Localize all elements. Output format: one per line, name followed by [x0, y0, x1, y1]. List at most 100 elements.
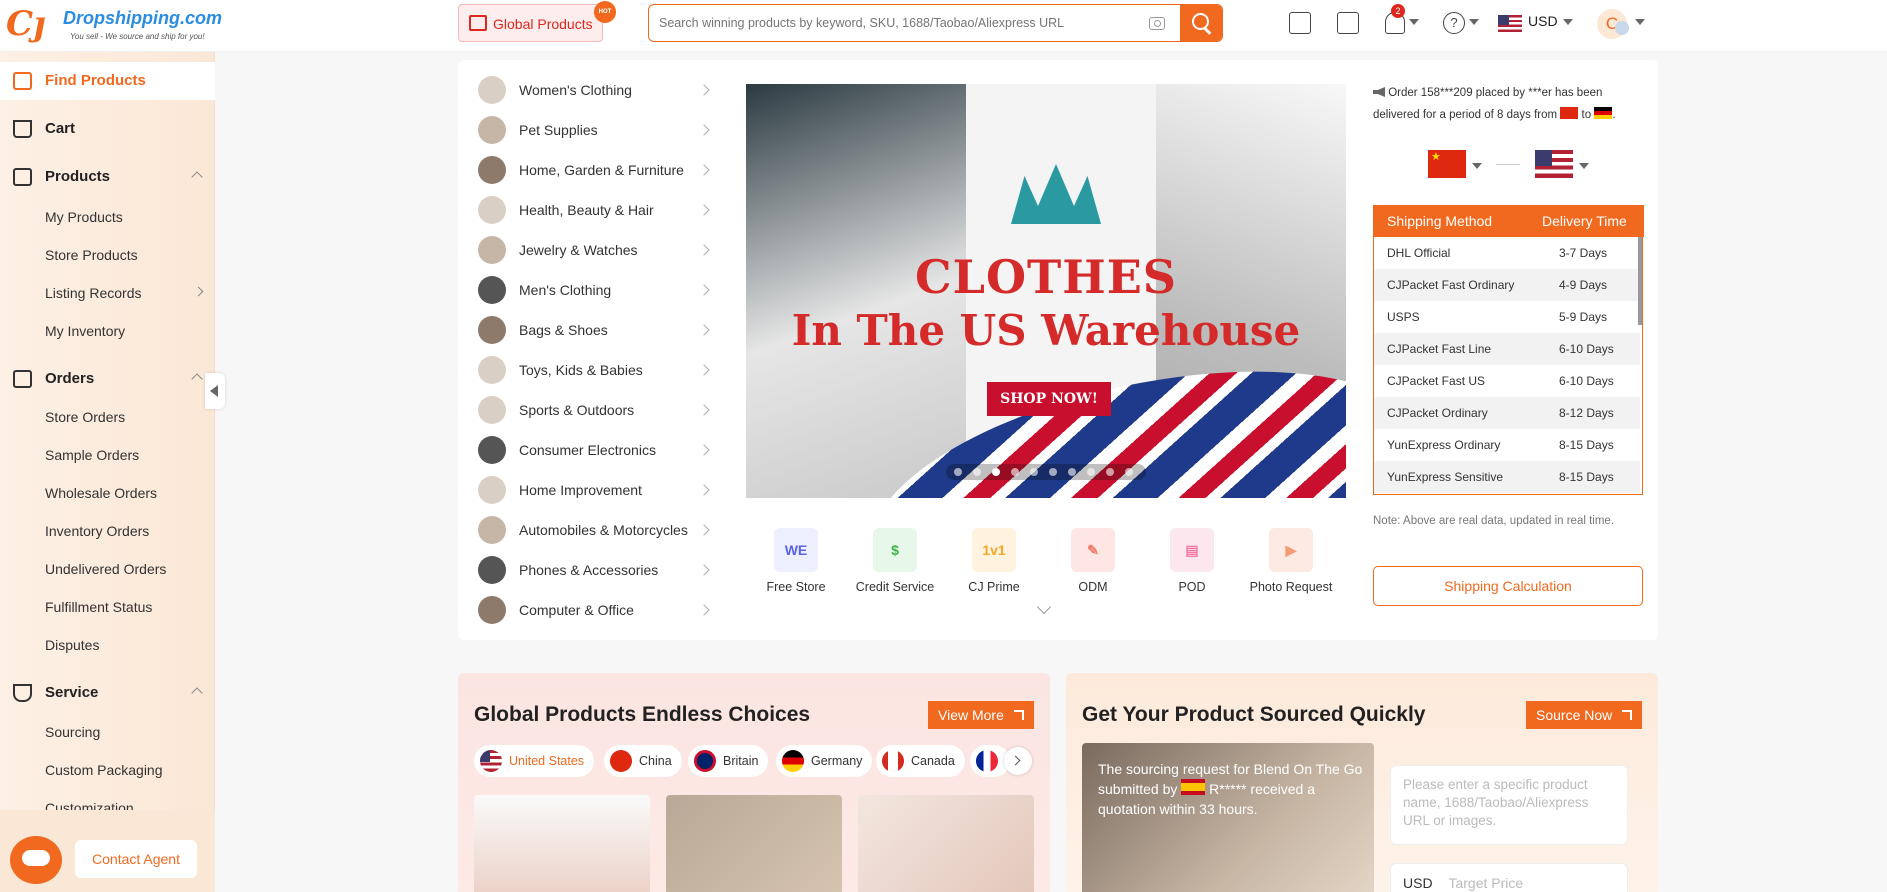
us-flag-icon[interactable]: [1498, 15, 1522, 32]
shop-now-button[interactable]: SHOP NOW!: [987, 382, 1111, 416]
sidebar-item-store-products[interactable]: Store Products: [45, 247, 138, 263]
category-item[interactable]: Home Improvement: [478, 472, 718, 508]
service-odm[interactable]: ✎ ODM: [1050, 528, 1136, 596]
carousel-dot[interactable]: [1106, 468, 1114, 476]
shipping-method-cell: CJPacket Fast US: [1387, 374, 1486, 388]
search-input[interactable]: [649, 5, 1169, 41]
sidebar-item-label: Listing Records: [45, 285, 142, 301]
chevron-right-icon: [698, 604, 710, 616]
category-item[interactable]: Pet Supplies: [478, 112, 718, 148]
carousel-dot[interactable]: [1125, 468, 1133, 476]
hero-banner[interactable]: CLOTHES In The US Warehouse SHOP NOW!: [746, 84, 1346, 498]
chevron-right-icon: [698, 84, 710, 96]
category-item[interactable]: Phones & Accessories: [478, 552, 718, 588]
sidebar-item-wholesale-orders[interactable]: Wholesale Orders: [45, 485, 157, 501]
category-item[interactable]: Sports & Outdoors: [478, 392, 718, 428]
sidebar-item-cart[interactable]: Cart: [0, 110, 215, 148]
search-button[interactable]: [1180, 5, 1222, 41]
service-label: Credit Service: [855, 580, 935, 594]
category-item[interactable]: Health, Beauty & Hair: [478, 192, 718, 228]
carousel-dot[interactable]: [992, 468, 1000, 476]
category-item[interactable]: Jewelry & Watches: [478, 232, 718, 268]
carousel-dot[interactable]: [1030, 468, 1038, 476]
carousel-dot[interactable]: [1068, 468, 1076, 476]
country-tab-us[interactable]: United States: [474, 745, 595, 777]
service-label: ODM: [1078, 580, 1108, 594]
country-tab-germany[interactable]: Germany: [776, 745, 873, 777]
category-item[interactable]: Computer & Office: [478, 592, 718, 628]
source-now-button[interactable]: Source Now: [1526, 701, 1642, 729]
category-item[interactable]: Women's Clothing: [478, 72, 718, 108]
collapse-sidebar-button[interactable]: [205, 373, 225, 409]
sidebar-group-products[interactable]: Products: [0, 158, 215, 196]
sidebar-item-my-inventory[interactable]: My Inventory: [45, 323, 125, 339]
sidebar-item-sample-orders[interactable]: Sample Orders: [45, 447, 139, 463]
service-cj-prime[interactable]: 1v1 CJ Prime: [951, 528, 1037, 596]
service-free-store[interactable]: WE Free Store: [753, 528, 839, 596]
country-tab-canada[interactable]: Canada: [876, 745, 965, 777]
product-image-beauty[interactable]: [858, 795, 1034, 892]
contact-agent-button[interactable]: Contact Agent: [75, 840, 197, 878]
chevron-down-icon: [1563, 19, 1573, 25]
sidebar-item-inventory-orders[interactable]: Inventory Orders: [45, 523, 149, 539]
view-more-button[interactable]: View More: [928, 701, 1034, 729]
task-icon[interactable]: [1337, 12, 1359, 34]
category-item[interactable]: Bags & Shoes: [478, 312, 718, 348]
currency-selector[interactable]: USD: [1528, 13, 1558, 29]
shipping-calculation-button[interactable]: Shipping Calculation: [1373, 566, 1643, 606]
service-photo-request[interactable]: ▶ Photo Request: [1248, 528, 1334, 596]
sidebar-item-custom-packaging[interactable]: Custom Packaging: [45, 762, 163, 778]
category-item[interactable]: Automobiles & Motorcycles: [478, 512, 718, 548]
sidebar-item-undelivered-orders[interactable]: Undelivered Orders: [45, 561, 166, 577]
sidebar-item-sourcing[interactable]: Sourcing: [45, 724, 100, 740]
category-item[interactable]: Toys, Kids & Babies: [478, 352, 718, 388]
avatar[interactable]: C: [1597, 9, 1629, 39]
chevron-right-icon: [698, 324, 710, 336]
search-doc-icon: [13, 72, 32, 90]
sourcing-request-input[interactable]: Please enter a specific product name, 16…: [1390, 765, 1628, 845]
sidebar-item-disputes[interactable]: Disputes: [45, 637, 99, 653]
sidebar-group-service[interactable]: Service: [0, 674, 215, 712]
category-item[interactable]: Home, Garden & Furniture: [478, 152, 718, 188]
video-icon[interactable]: [1289, 12, 1311, 34]
chevron-right-icon: [698, 124, 710, 136]
country-tab-britain[interactable]: Britain: [688, 745, 769, 777]
country-label: Germany: [811, 754, 863, 768]
sidebar-item-fulfillment-status[interactable]: Fulfillment Status: [45, 599, 152, 615]
category-item[interactable]: Men's Clothing: [478, 272, 718, 308]
carousel-dot[interactable]: [973, 468, 981, 476]
chevron-right-icon: [698, 364, 710, 376]
carousel-dot[interactable]: [1011, 468, 1019, 476]
origin-china-flag-icon[interactable]: [1428, 150, 1466, 178]
target-price-field[interactable]: USD Target Price: [1390, 863, 1628, 892]
product-image-bag[interactable]: [474, 795, 650, 892]
help-icon[interactable]: ?: [1443, 12, 1465, 34]
destination-us-flag-icon[interactable]: [1535, 150, 1573, 178]
country-tab-china[interactable]: China: [604, 745, 682, 777]
next-country-button[interactable]: [1004, 747, 1032, 775]
carousel-dot[interactable]: [954, 468, 962, 476]
search-bar: [648, 4, 1223, 42]
table-scrollbar[interactable]: [1638, 237, 1642, 325]
category-label: Home, Garden & Furniture: [519, 162, 684, 178]
sidebar-item-my-products[interactable]: My Products: [45, 209, 123, 225]
chevron-down-icon: [1579, 163, 1589, 169]
product-image-necklace[interactable]: [666, 795, 842, 892]
camera-icon[interactable]: [1149, 17, 1165, 30]
chevron-right-icon: [698, 164, 710, 176]
sidebar-item-find-products[interactable]: Find Products: [0, 62, 215, 100]
service-pod[interactable]: ▤ POD: [1149, 528, 1235, 596]
carousel-dot[interactable]: [1087, 468, 1095, 476]
logo[interactable]: Cȷ Dropshipping.com You sell - We source…: [6, 4, 222, 46]
camera-icon: [478, 436, 506, 464]
shipping-table-row: CJPacket Fast US 6-10 Days: [1374, 365, 1640, 397]
shipping-method-cell: CJPacket Fast Ordinary: [1387, 278, 1515, 292]
service-credit-service[interactable]: $ Credit Service: [852, 528, 938, 596]
country-label: United States: [509, 754, 585, 768]
carousel-dot[interactable]: [1049, 468, 1057, 476]
category-item[interactable]: Consumer Electronics: [478, 432, 718, 468]
sidebar-group-orders[interactable]: Orders: [0, 360, 215, 398]
global-products-button[interactable]: Global Products HOT: [458, 1, 616, 42]
sidebar-item-listing-records[interactable]: Listing Records: [45, 285, 205, 301]
sidebar-item-store-orders[interactable]: Store Orders: [45, 409, 125, 425]
